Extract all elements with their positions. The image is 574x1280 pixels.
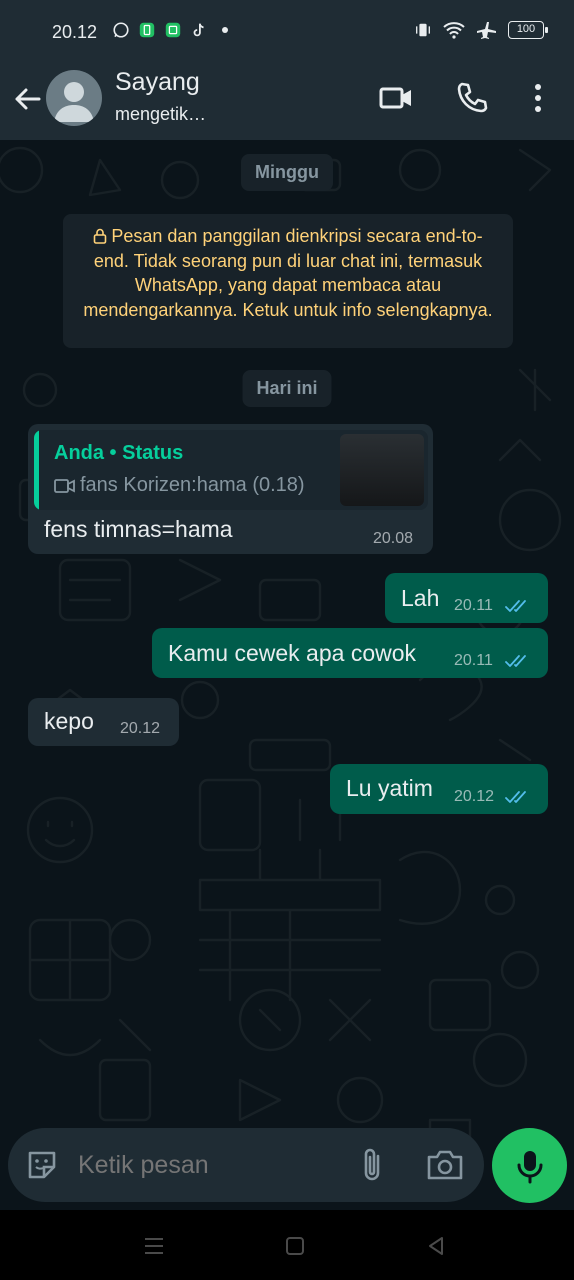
system-icons: 100 <box>414 20 548 40</box>
battery-indicator: 100 <box>508 21 548 39</box>
typing-status: mengetik… <box>115 104 207 124</box>
encryption-notice-text: Pesan dan panggilan dienkripsi secara en… <box>83 226 493 320</box>
message-text: kepo <box>44 708 94 734</box>
message-bubble-outgoing[interactable]: Lu yatim 20.12 <box>330 764 548 814</box>
message-time: 20.12 <box>454 788 495 805</box>
vibrate-icon <box>416 23 430 37</box>
chat-area[interactable]: Minggu Pesan dan panggilan dienkripsi se… <box>0 140 574 1210</box>
message-input-bar <box>8 1128 484 1202</box>
microphone-icon <box>517 1151 543 1184</box>
message-time: 20.12 <box>120 720 161 737</box>
chat-header: Sayang mengetik… <box>0 62 574 140</box>
airplane-mode-icon <box>477 22 496 39</box>
quote-author: Anda • Status <box>54 442 184 464</box>
message-time: 20.11 <box>454 652 493 669</box>
message-bubble-incoming[interactable]: kepo 20.12 <box>28 698 179 746</box>
video-icon <box>54 479 75 493</box>
status-bar: 20.12 100 <box>0 0 574 62</box>
attachment-icon[interactable] <box>358 1146 388 1184</box>
notification-icons <box>112 20 228 40</box>
read-receipt-icon <box>505 600 526 612</box>
message-bubble-incoming[interactable]: Anda • Status fans Korizen:hama (0.18) f… <box>28 424 433 554</box>
message-text: Lah <box>401 585 440 611</box>
tiktok-icon <box>193 23 204 37</box>
avatar[interactable] <box>46 70 102 126</box>
status-thumbnail <box>340 434 424 506</box>
message-bubble-outgoing[interactable]: Kamu cewek apa cowok 20.11 <box>152 628 548 678</box>
back-arrow-icon[interactable] <box>10 82 44 116</box>
date-chip-minggu: Minggu <box>241 154 333 191</box>
message-text: Kamu cewek apa cowok <box>168 640 417 666</box>
message-time: 20.08 <box>373 530 414 547</box>
app-notification-icon <box>165 22 181 38</box>
default-avatar-icon <box>54 82 94 122</box>
quoted-status[interactable]: Anda • Status fans Korizen:hama (0.18) <box>34 430 428 510</box>
more-notifications-dot <box>222 27 228 33</box>
encryption-notice[interactable]: Pesan dan panggilan dienkripsi secara en… <box>63 214 513 348</box>
contact-name[interactable]: Sayang <box>115 68 200 97</box>
video-call-icon[interactable] <box>378 80 414 116</box>
quote-text: fans Korizen:hama (0.18) <box>80 474 305 496</box>
sticker-emoji-icon[interactable] <box>24 1147 60 1183</box>
back-nav-icon[interactable] <box>424 1234 448 1258</box>
quote-accent-bar <box>34 430 39 510</box>
read-receipt-icon <box>505 791 526 803</box>
wifi-icon <box>443 22 465 39</box>
home-icon[interactable] <box>283 1234 307 1258</box>
camera-icon[interactable] <box>426 1148 464 1182</box>
whatsapp-icon <box>113 22 129 38</box>
message-text: Lu yatim <box>346 775 433 801</box>
lock-icon <box>94 228 107 244</box>
date-chip-hari-ini: Hari ini <box>242 370 332 407</box>
message-time: 20.11 <box>454 597 493 614</box>
app-notification-icon <box>139 22 155 38</box>
more-options-icon[interactable] <box>520 80 556 116</box>
voice-call-icon[interactable] <box>454 80 490 116</box>
recent-apps-icon[interactable] <box>142 1234 166 1258</box>
message-input[interactable] <box>78 1151 338 1180</box>
voice-message-button[interactable] <box>492 1128 567 1203</box>
system-navigation-bar <box>0 1210 574 1280</box>
read-receipt-icon <box>505 655 526 667</box>
message-text: fens timnas=hama <box>44 516 233 542</box>
status-time: 20.12 <box>52 22 98 42</box>
message-bubble-outgoing[interactable]: Lah 20.11 <box>385 573 548 623</box>
